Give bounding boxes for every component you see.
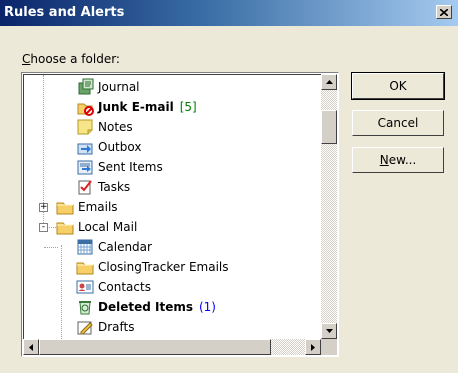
tree-item-label: ClosingTracker Emails bbox=[98, 260, 229, 274]
tree-connector bbox=[61, 245, 62, 339]
contacts-icon bbox=[76, 278, 94, 296]
unread-count: [5] bbox=[179, 100, 197, 114]
calendar-icon bbox=[76, 238, 94, 256]
folder-icon bbox=[56, 198, 74, 216]
tree-item-label: Outbox bbox=[98, 140, 142, 154]
tree-item-closingtracker-emails[interactable]: ClosingTracker Emails bbox=[76, 257, 229, 277]
vertical-scrollbar[interactable] bbox=[321, 74, 337, 339]
notes-icon bbox=[76, 118, 94, 136]
scroll-left-button[interactable] bbox=[23, 339, 39, 355]
tree-item-label: Tasks bbox=[98, 180, 131, 194]
new-folder-button[interactable]: New... bbox=[352, 147, 444, 173]
folder-tree[interactable]: Journal Junk E-mail [5] Notes Outbox Sent Ite… bbox=[21, 72, 339, 357]
title-bar: Rules and Alerts bbox=[0, 0, 458, 26]
deleted-items-icon bbox=[76, 298, 94, 316]
junk-email-icon bbox=[76, 98, 94, 116]
expand-toggle[interactable]: + bbox=[39, 203, 48, 212]
tree-item-junk-e-mail[interactable]: Junk E-mail [5] bbox=[76, 97, 197, 117]
folder-tree-content: Journal Junk E-mail [5] Notes Outbox Sent Ite… bbox=[23, 74, 321, 339]
scrollbar-corner bbox=[321, 339, 337, 355]
tree-item-label: Sent Items bbox=[98, 160, 163, 174]
horizontal-scroll-thumb[interactable] bbox=[39, 339, 271, 355]
tree-item-label: Notes bbox=[98, 120, 133, 134]
scroll-down-button[interactable] bbox=[321, 323, 337, 339]
ok-button[interactable]: OK bbox=[351, 72, 445, 100]
scroll-up-button[interactable] bbox=[321, 74, 337, 90]
tree-item-journal[interactable]: Journal bbox=[76, 77, 140, 97]
collapse-toggle[interactable]: - bbox=[39, 223, 48, 232]
tree-item-sent-items[interactable]: Sent Items bbox=[76, 157, 163, 177]
tree-item-calendar[interactable]: Calendar bbox=[76, 237, 152, 257]
scroll-right-button[interactable] bbox=[305, 339, 321, 355]
close-button[interactable] bbox=[436, 5, 452, 19]
close-icon bbox=[440, 8, 448, 16]
tree-item-label: Emails bbox=[78, 200, 118, 214]
tree-item-outbox[interactable]: Outbox bbox=[76, 137, 141, 157]
tree-item-label: Journal bbox=[98, 80, 140, 94]
tree-item-tasks[interactable]: Tasks bbox=[76, 177, 130, 197]
choose-folder-label: Choose a folder: bbox=[22, 52, 120, 66]
tree-item-label: Junk E-mail bbox=[98, 100, 174, 114]
tree-item-local-mail[interactable]: Local Mail bbox=[56, 217, 137, 237]
tree-item-deleted-items[interactable]: Deleted Items (1) bbox=[76, 297, 216, 317]
folder-icon bbox=[56, 218, 74, 236]
vertical-scroll-thumb[interactable] bbox=[321, 110, 337, 144]
journal-icon bbox=[76, 78, 94, 96]
tree-item-label: Calendar bbox=[98, 240, 152, 254]
arrow-up-icon bbox=[325, 80, 333, 84]
unread-count: (1) bbox=[198, 300, 216, 314]
tree-connector bbox=[44, 247, 58, 248]
tree-item-label: Deleted Items bbox=[98, 300, 193, 314]
tree-item-drafts[interactable]: Drafts bbox=[76, 317, 135, 337]
outbox-icon bbox=[76, 138, 94, 156]
sent-items-icon bbox=[76, 158, 94, 176]
tree-item-label: Contacts bbox=[98, 280, 151, 294]
arrow-right-icon bbox=[311, 343, 315, 351]
horizontal-scrollbar[interactable] bbox=[23, 339, 321, 355]
tree-item-notes[interactable]: Notes bbox=[76, 117, 133, 137]
arrow-left-icon bbox=[29, 343, 33, 351]
drafts-icon bbox=[76, 318, 94, 336]
tree-item-emails[interactable]: Emails bbox=[56, 197, 118, 217]
tasks-icon bbox=[76, 178, 94, 196]
tree-item-label: Local Mail bbox=[78, 220, 138, 234]
cancel-button[interactable]: Cancel bbox=[352, 110, 444, 136]
folder-icon bbox=[76, 258, 94, 276]
tree-item-contacts[interactable]: Contacts bbox=[76, 277, 151, 297]
window-title: Rules and Alerts bbox=[4, 5, 125, 20]
arrow-down-icon bbox=[325, 329, 333, 333]
tree-item-label: Drafts bbox=[98, 320, 135, 334]
